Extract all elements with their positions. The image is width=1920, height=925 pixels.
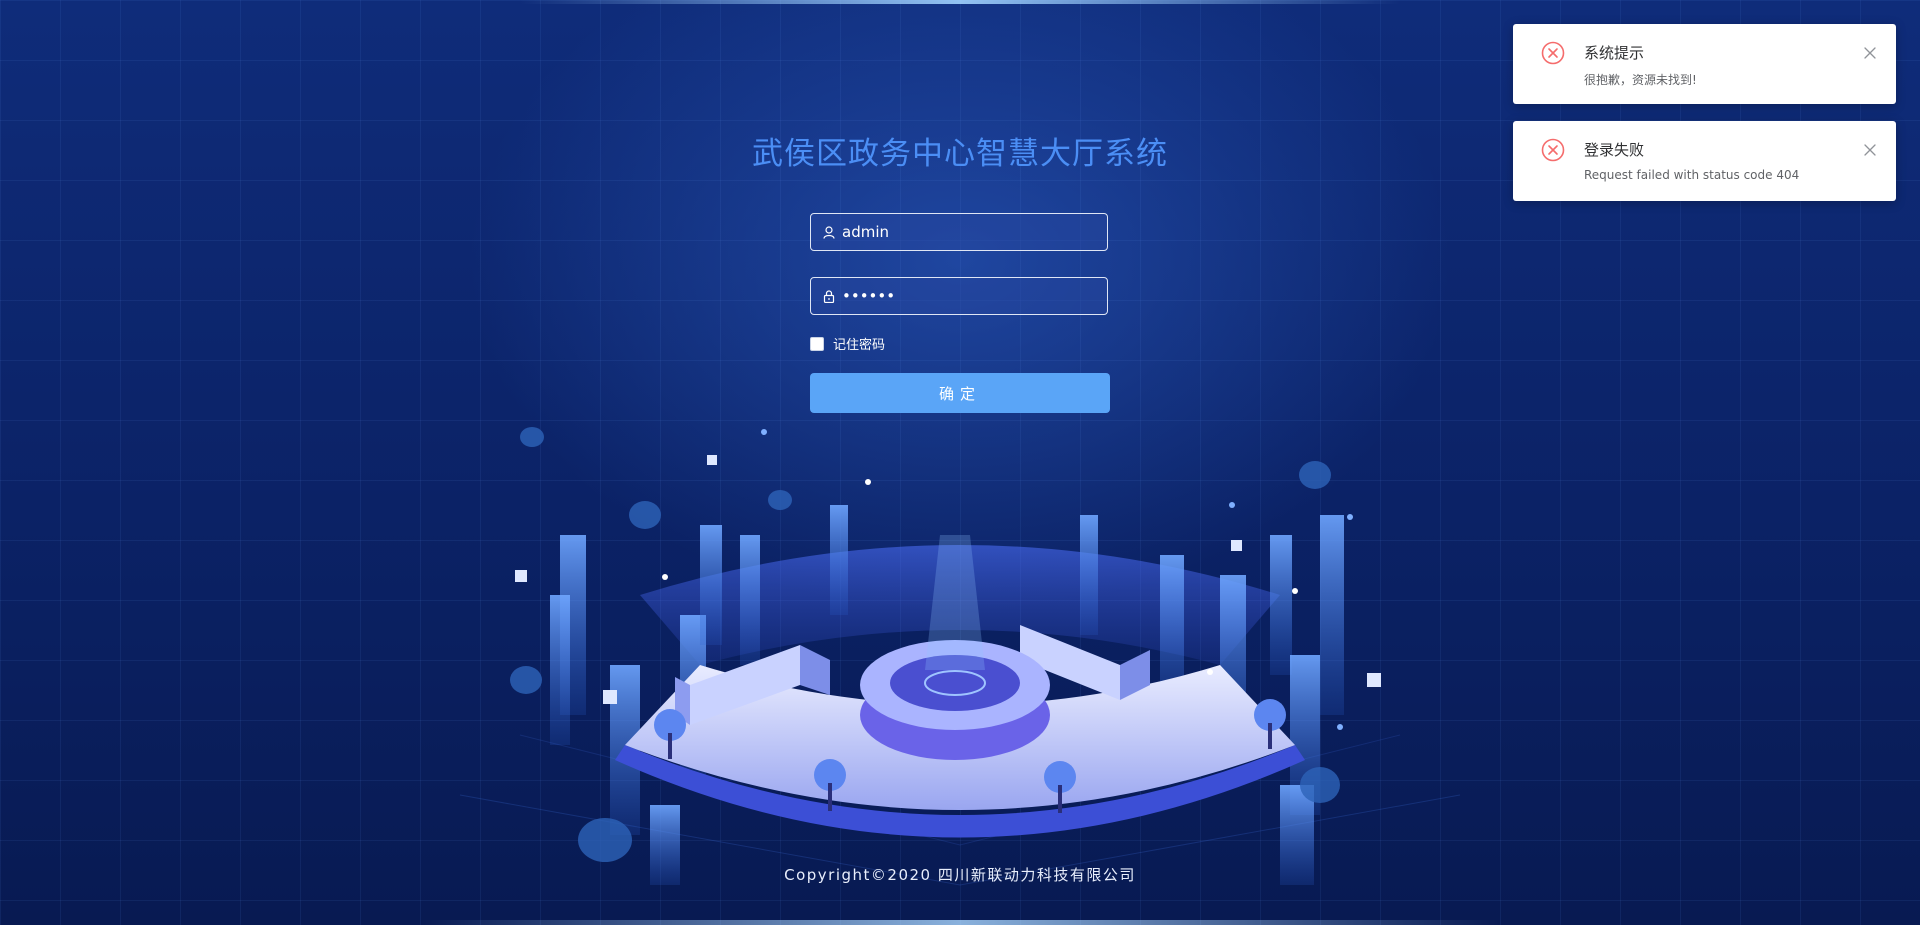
smart-city-illustration	[460, 427, 1460, 886]
notification-system-tip: 系统提示 很抱歉，资源未找到!	[1513, 24, 1896, 104]
submit-button[interactable]: 确定	[810, 373, 1110, 413]
remember-checkbox[interactable]	[810, 336, 824, 351]
notification-title: 系统提示	[1584, 44, 1645, 62]
remember-label: 记住密码	[833, 338, 886, 353]
remember-password[interactable]: 记住密码	[810, 334, 885, 353]
close-icon[interactable]	[1864, 44, 1876, 59]
user-icon	[822, 225, 836, 239]
error-circle-icon	[1541, 41, 1565, 65]
password-field[interactable]	[810, 277, 1108, 315]
bottom-glow	[420, 920, 1500, 925]
password-input[interactable]	[842, 279, 1107, 313]
close-icon[interactable]	[1864, 141, 1876, 156]
lock-icon	[822, 289, 836, 303]
notification-title: 登录失败	[1584, 141, 1645, 159]
notification-message: Request failed with status code 404	[1584, 168, 1800, 182]
error-circle-icon	[1541, 138, 1565, 162]
username-field[interactable]	[810, 213, 1108, 251]
notification-login-failed: 登录失败 Request failed with status code 404	[1513, 121, 1896, 201]
top-glow	[520, 0, 1400, 4]
notification-message: 很抱歉，资源未找到!	[1584, 73, 1697, 87]
username-input[interactable]	[842, 215, 1107, 249]
copyright-text: Copyright©2020 四川新联动力科技有限公司	[784, 866, 1136, 884]
